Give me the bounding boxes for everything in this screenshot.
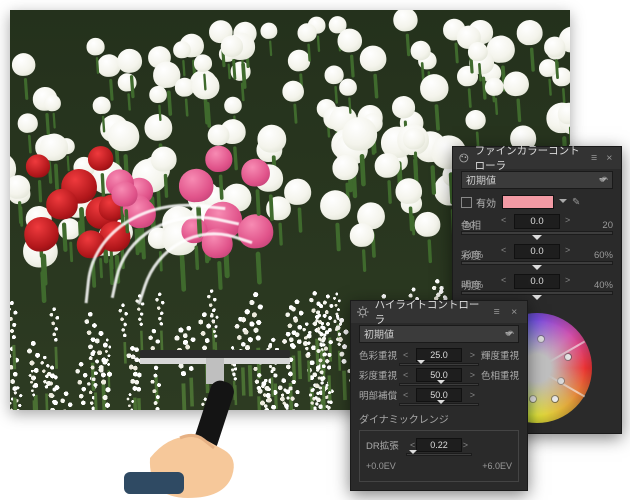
chevron-right-icon[interactable]: > (470, 350, 475, 360)
enable-label: 有効 (476, 195, 496, 210)
hue-min: -20 (461, 220, 475, 231)
sat-max: 60% (594, 250, 613, 261)
chevron-right-icon[interactable]: > (470, 390, 475, 400)
right-label: 色相重視 (479, 368, 519, 382)
chevron-left-icon[interactable]: < (501, 215, 506, 225)
dr-group: DR拡張 < 0.22 > +0.0EV +6.0EV (359, 430, 519, 482)
left-label: DR拡張 (366, 438, 406, 452)
close-icon[interactable]: × (604, 151, 615, 165)
left-label: 色彩重視 (359, 348, 399, 362)
left-label: 彩度重視 (359, 368, 399, 382)
hue-max: 20 (602, 220, 613, 231)
dr-min: +0.0EV (366, 461, 396, 471)
lightness-value[interactable]: 0.0 (514, 274, 560, 289)
palette-icon (459, 152, 469, 164)
panel-title: ハイライトコントローラ (375, 297, 486, 327)
chevron-left-icon[interactable]: < (403, 390, 408, 400)
chevron-left-icon[interactable]: < (403, 370, 408, 380)
panel-titlebar[interactable]: ファインカラーコントローラ ≡ × (453, 147, 621, 169)
chroma-luma-slider[interactable]: 色彩重視 < 25.0 > 輝度重視 (351, 345, 527, 365)
eyedropper-icon[interactable]: ✎ (572, 197, 580, 208)
chevron-left-icon[interactable]: < (410, 440, 415, 450)
value-box[interactable]: 0.22 (416, 438, 462, 452)
enable-checkbox[interactable] (461, 197, 472, 208)
undo-icon[interactable]: ↶ (505, 328, 521, 341)
undo-icon[interactable]: ↶ (599, 174, 615, 187)
color-swatch[interactable] (502, 195, 554, 209)
preset-dropdown[interactable]: 初期値 (359, 325, 519, 343)
hand-tool-illustration (110, 340, 310, 500)
bright-comp-slider[interactable]: 明部補償 < 50.0 > (351, 385, 527, 405)
chevron-right-icon[interactable]: > (470, 370, 475, 380)
saturation-value[interactable]: 0.0 (514, 244, 560, 259)
light-max: 40% (594, 280, 613, 291)
panel-title: ファインカラーコントローラ (475, 143, 585, 173)
chevron-left-icon[interactable]: < (501, 275, 506, 285)
chevron-right-icon[interactable]: > (565, 215, 570, 225)
chevron-right-icon[interactable]: > (565, 275, 570, 285)
sat-hue-slider[interactable]: 彩度重視 < 50.0 > 色相重視 (351, 365, 527, 385)
sat-min: -60% (461, 250, 483, 261)
chevron-left-icon[interactable]: < (501, 245, 506, 255)
saturation-slider[interactable]: -60%60% < 0.0 > (453, 262, 621, 273)
right-label: 輝度重視 (479, 348, 519, 362)
light-min: -40% (461, 280, 483, 291)
menu-icon[interactable]: ≡ (588, 151, 599, 165)
dr-slider[interactable]: DR拡張 < 0.22 > (366, 435, 512, 455)
preset-label: 初期値 (466, 176, 496, 187)
hue-value[interactable]: 0.0 (514, 214, 560, 229)
dr-max: +6.0EV (482, 461, 512, 471)
menu-icon[interactable]: ≡ (490, 305, 504, 319)
preset-dropdown[interactable]: 初期値 (461, 171, 613, 189)
sun-icon (357, 306, 369, 318)
panel-titlebar[interactable]: ハイライトコントローラ ≡ × (351, 301, 527, 323)
chevron-left-icon[interactable]: < (403, 350, 408, 360)
preset-label: 初期値 (364, 330, 394, 341)
dr-section-label: ダイナミックレンジ (351, 405, 527, 428)
chevron-right-icon[interactable]: > (565, 245, 570, 255)
close-icon[interactable]: × (507, 305, 521, 319)
highlight-controller-panel: ハイライトコントローラ ≡ × 初期値 ↶ 色彩重視 < 25.0 > 輝度重視… (350, 300, 528, 491)
left-label: 明部補償 (359, 388, 399, 402)
chevron-right-icon[interactable]: > (463, 440, 468, 450)
hue-slider[interactable]: -2020 < 0.0 > (453, 232, 621, 243)
